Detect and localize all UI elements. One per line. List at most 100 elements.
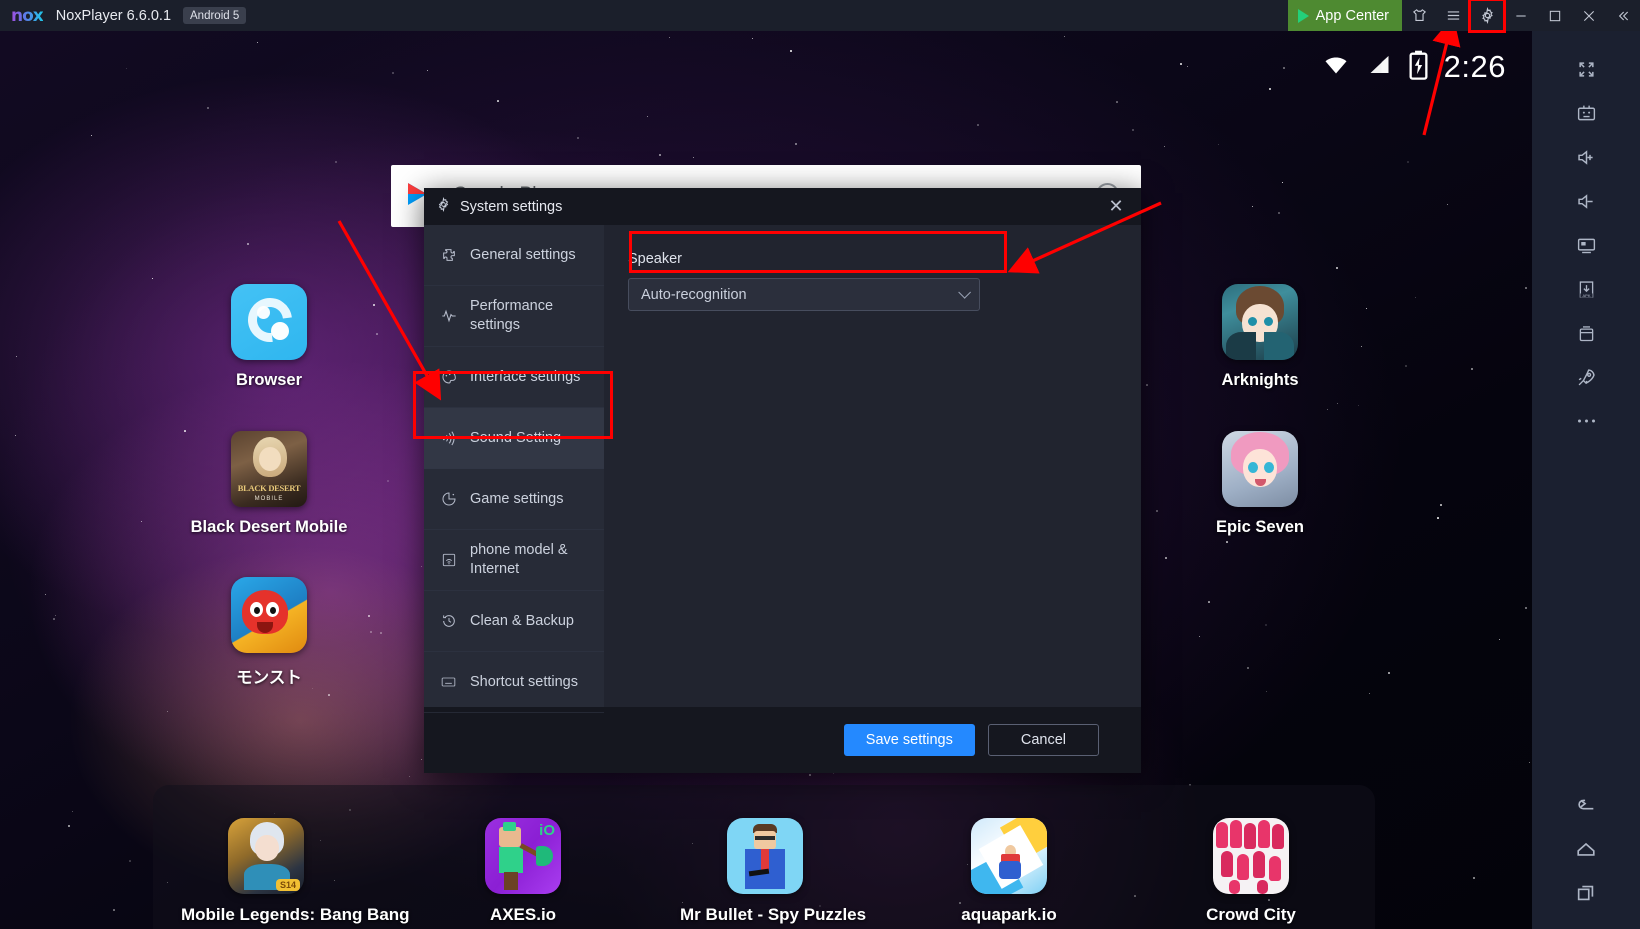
palette-icon bbox=[439, 369, 458, 385]
app-icon-axes-io[interactable]: iO AXES.io bbox=[438, 818, 608, 925]
nox-side-toolbar: APK bbox=[1532, 31, 1640, 929]
title-bar: nox NoxPlayer 6.6.0.1 Android 5 App Cent… bbox=[0, 0, 1640, 33]
sidebar-item-label: General settings bbox=[470, 246, 576, 263]
gamepad-icon bbox=[439, 491, 458, 507]
menu-icon[interactable] bbox=[1436, 0, 1470, 31]
app-label: Arknights bbox=[1221, 371, 1299, 389]
android-status-bar: 2:26 bbox=[1320, 31, 1532, 103]
sidebar-item-label: Performance settings bbox=[470, 298, 554, 333]
clock: 2:26 bbox=[1443, 49, 1506, 84]
wifi-icon bbox=[1320, 53, 1352, 82]
dialog-title: System settings bbox=[460, 198, 563, 215]
save-settings-button[interactable]: Save settings bbox=[843, 724, 975, 756]
sidebar-item-label: Interface settings bbox=[470, 368, 581, 385]
app-icon-crowd-city[interactable]: Crowd City bbox=[1166, 818, 1336, 925]
fullscreen-icon[interactable] bbox=[1558, 47, 1614, 91]
speaker-select[interactable]: Auto-recognition bbox=[628, 278, 980, 311]
mr-bullet-icon bbox=[727, 818, 803, 894]
sidebar-item-game-settings[interactable]: Game settings bbox=[424, 469, 604, 530]
axes-io-icon: iO bbox=[485, 818, 561, 894]
minimize-icon[interactable] bbox=[1504, 0, 1538, 31]
more-icon[interactable] bbox=[1558, 399, 1614, 443]
speaker-label: Speaker bbox=[628, 251, 683, 267]
app-label: AXES.io bbox=[489, 905, 557, 924]
crowd-city-icon bbox=[1213, 818, 1289, 894]
volume-down-icon[interactable] bbox=[1558, 179, 1614, 223]
app-icon-browser[interactable]: Browser bbox=[184, 284, 354, 390]
keyboard-icon bbox=[439, 674, 458, 690]
android-version-badge: Android 5 bbox=[183, 7, 247, 24]
app-center-button[interactable]: App Center bbox=[1287, 0, 1402, 31]
speaker-select-value: Auto-recognition bbox=[641, 286, 747, 303]
chevron-down-icon bbox=[958, 286, 971, 299]
app-center-label: App Center bbox=[1315, 7, 1389, 24]
keyboard-macro-icon[interactable] bbox=[1558, 91, 1614, 135]
sidebar-item-label: Sound Setting bbox=[470, 429, 562, 446]
close-icon[interactable] bbox=[1572, 0, 1606, 31]
dialog-footer: Save settings Cancel bbox=[424, 707, 1141, 773]
app-dock: S14 Mobile Legends: Bang Bang iO AXES.io bbox=[153, 785, 1375, 929]
app-title: NoxPlayer 6.6.0.1 bbox=[55, 7, 172, 24]
aquapark-io-icon bbox=[971, 818, 1047, 894]
title-bar-controls: App Center bbox=[1287, 0, 1640, 33]
back-icon[interactable] bbox=[1558, 783, 1614, 827]
home-icon[interactable] bbox=[1558, 827, 1614, 871]
recents-icon[interactable] bbox=[1558, 871, 1614, 915]
maximize-icon[interactable] bbox=[1538, 0, 1572, 31]
sidebar-item-shortcut-settings[interactable]: Shortcut settings bbox=[424, 652, 604, 713]
app-icon-monster-strike[interactable]: モンスト bbox=[184, 577, 354, 688]
app-icon-epic-seven[interactable]: Epic Seven bbox=[1175, 431, 1345, 537]
app-icon-aquapark-io[interactable]: aquapark.io bbox=[924, 818, 1094, 925]
app-label: モンスト bbox=[236, 669, 302, 687]
app-label: Epic Seven bbox=[1215, 518, 1305, 536]
monster-strike-icon bbox=[231, 577, 307, 653]
install-apk-icon[interactable]: APK bbox=[1558, 267, 1614, 311]
sidebar-item-interface-settings[interactable]: Interface settings bbox=[424, 347, 604, 408]
dialog-body: General settings Performance settings In… bbox=[424, 225, 1141, 713]
black-desert-icon: BLACK DESERT MOBILE bbox=[231, 431, 307, 507]
sidebar-item-performance-settings[interactable]: Performance settings bbox=[424, 286, 604, 347]
shop-icon[interactable] bbox=[1402, 0, 1436, 31]
app-label: Mobile Legends: Bang Bang bbox=[181, 905, 410, 924]
app-icon-black-desert-mobile[interactable]: BLACK DESERT MOBILE Black Desert Mobile bbox=[184, 431, 354, 537]
app-icon-mr-bullet[interactable]: Mr Bullet - Spy Puzzles bbox=[680, 818, 867, 925]
browser-icon bbox=[231, 284, 307, 360]
nox-logo: nox bbox=[11, 5, 44, 26]
cancel-button[interactable]: Cancel bbox=[987, 724, 1099, 756]
puzzle-icon bbox=[439, 247, 458, 263]
sidebar-item-phone-model-internet[interactable]: phone model & Internet bbox=[424, 530, 604, 591]
app-icon-mobile-legends[interactable]: S14 Mobile Legends: Bang Bang bbox=[181, 818, 410, 925]
app-label: Mr Bullet - Spy Puzzles bbox=[680, 905, 867, 924]
boost-rocket-icon[interactable] bbox=[1558, 355, 1614, 399]
close-icon[interactable]: ✕ bbox=[1101, 192, 1131, 222]
sidebar-item-clean-backup[interactable]: Clean & Backup bbox=[424, 591, 604, 652]
sidebar-item-label: phone model & Internet bbox=[470, 542, 568, 577]
android-screen[interactable]: 2:26 Browser BLACK DESERT MOBILE Black D… bbox=[0, 31, 1532, 929]
sidebar-item-sound-setting[interactable]: Sound Setting bbox=[424, 408, 604, 469]
signal-icon bbox=[1366, 53, 1393, 82]
play-triangle-icon bbox=[1297, 8, 1309, 23]
multi-instance-icon[interactable] bbox=[1558, 311, 1614, 355]
arknights-icon bbox=[1222, 284, 1298, 360]
sound-wave-icon bbox=[439, 430, 458, 446]
sidebar-item-label: Shortcut settings bbox=[470, 673, 578, 690]
settings-content-pane: Speaker Auto-recognition bbox=[604, 225, 1141, 707]
collapse-icon[interactable] bbox=[1606, 0, 1640, 31]
wifi-box-icon bbox=[439, 552, 458, 568]
sidebar-item-label: Clean & Backup bbox=[470, 612, 574, 629]
android-nav-buttons bbox=[1558, 783, 1614, 929]
sidebar-item-label: Game settings bbox=[470, 490, 564, 507]
pulse-icon bbox=[439, 308, 458, 324]
app-icon-arknights[interactable]: Arknights bbox=[1175, 284, 1345, 390]
app-label: Browser bbox=[235, 371, 303, 389]
mobile-legends-icon: S14 bbox=[228, 818, 304, 894]
volume-up-icon[interactable] bbox=[1558, 135, 1614, 179]
sidebar-item-general-settings[interactable]: General settings bbox=[424, 225, 604, 286]
system-settings-dialog: System settings ✕ General settings Perfo… bbox=[424, 188, 1141, 773]
app-label: Crowd City bbox=[1206, 905, 1296, 924]
svg-text:APK: APK bbox=[1582, 293, 1590, 298]
screenshot-icon[interactable] bbox=[1558, 223, 1614, 267]
gear-icon[interactable] bbox=[1468, 0, 1506, 33]
dialog-titlebar: System settings ✕ bbox=[424, 188, 1141, 225]
gear-icon bbox=[436, 196, 451, 217]
